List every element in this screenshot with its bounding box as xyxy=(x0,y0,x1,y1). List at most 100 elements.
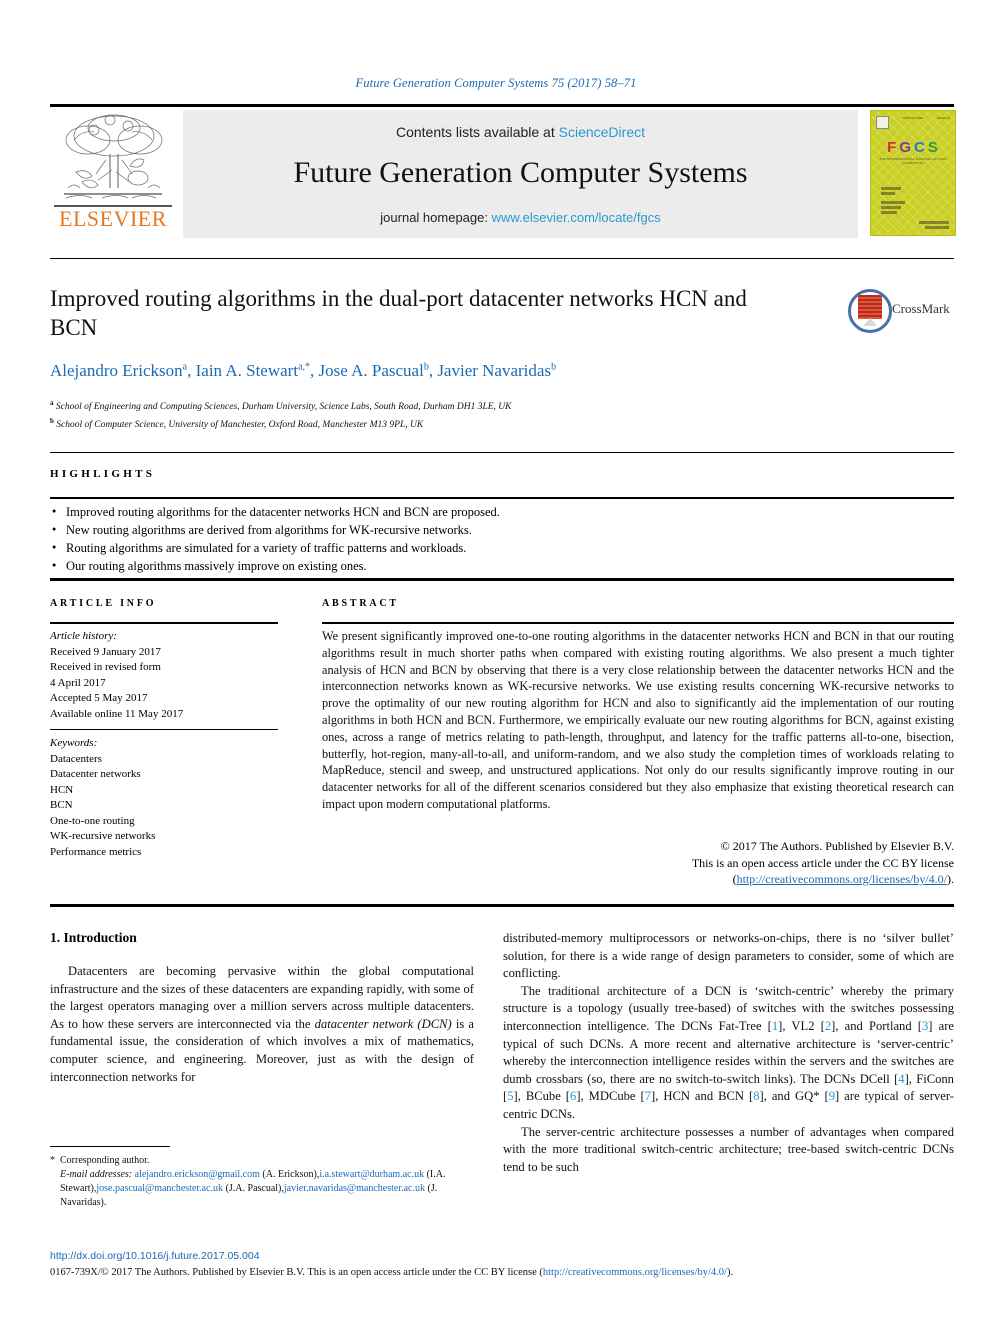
keywords-label: Keywords: xyxy=(50,737,98,749)
paragraph: Datacenters are becoming pervasive withi… xyxy=(50,963,474,1086)
p2-g: ], MDCube [ xyxy=(576,1089,645,1104)
cover-letter-s: S xyxy=(927,139,939,156)
crossmark-label: CrossMark xyxy=(892,301,950,316)
section-heading-introduction: 1. Introduction xyxy=(50,930,137,945)
email-label: E-mail addresses: xyxy=(60,1169,133,1180)
cc-license-link[interactable]: http://creativecommons.org/licenses/by/4… xyxy=(737,872,947,886)
article-info-separator xyxy=(50,729,278,730)
cover-elsevier-icon xyxy=(876,116,889,129)
bottom-license-line: 0167-739X/© 2017 The Authors. Published … xyxy=(50,1267,954,1278)
affiliation-b: b School of Computer Science, University… xyxy=(50,417,424,431)
article-history-item: Received in revised form xyxy=(50,661,161,673)
affiliation-a-text: School of Engineering and Computing Scie… xyxy=(55,402,512,413)
keyword-item: Performance metrics xyxy=(50,845,142,858)
copyright-license-line: (http://creativecommons.org/licenses/by/… xyxy=(322,871,954,888)
crossmark-triangle-shape xyxy=(863,318,877,326)
cover-topbar: ISSN 0167-739X Volume 75 xyxy=(876,116,950,129)
contents-available-line: Contents lists available at ScienceDirec… xyxy=(183,124,858,140)
list-item: Improved routing algorithms for the data… xyxy=(50,502,954,521)
journal-cover-thumbnail: ISSN 0167-739X Volume 75 FGCS THE INTERN… xyxy=(870,110,956,236)
keyword-item: One-to-one routing xyxy=(50,814,135,827)
email-link[interactable]: javier.navaridas@manchester.ac.uk xyxy=(284,1183,425,1194)
abstract-rule xyxy=(322,622,954,624)
body-column-right: distributed-memory multiprocessors or ne… xyxy=(503,930,954,1176)
article-info-column: Article history: Received 9 January 2017… xyxy=(50,629,285,860)
sciencedirect-link[interactable]: ScienceDirect xyxy=(559,124,645,140)
author-list: Alejandro Ericksona, Iain A. Stewarta,*,… xyxy=(50,361,557,380)
cover-pattern xyxy=(871,111,955,235)
footnote-block: * Corresponding author. E-mail addresses:… xyxy=(50,1154,470,1210)
paragraph: The server-centric architecture possesse… xyxy=(503,1124,954,1174)
footnote-rule xyxy=(50,1146,170,1147)
elsevier-tree-icon xyxy=(64,114,163,199)
masthead-top-rule xyxy=(50,104,954,107)
article-history-item: Available online 11 May 2017 xyxy=(50,707,184,720)
corresponding-author-note: * Corresponding author. xyxy=(50,1154,470,1168)
journal-masthead: ELSEVIER Contents lists available at Sci… xyxy=(50,104,956,240)
cover-letter-f: F xyxy=(887,139,898,156)
paren-close: ). xyxy=(947,872,954,886)
cover-text-block xyxy=(925,226,949,229)
keyword-item: Datacenter networks xyxy=(50,768,141,780)
title-divider xyxy=(50,258,954,259)
abstract-heading: ABSTRACT xyxy=(322,598,399,609)
abstract-copyright: © 2017 The Authors. Published by Elsevie… xyxy=(322,838,954,888)
list-item: Our routing algorithms massively improve… xyxy=(50,556,954,575)
license-prefix: 0167-739X/© 2017 The Authors. Published … xyxy=(50,1267,543,1278)
keyword-item: WK-recursive networks xyxy=(50,830,156,842)
cover-text-block xyxy=(881,192,895,195)
cover-volume: Volume 75 xyxy=(936,116,950,120)
cover-text-block xyxy=(881,187,901,190)
cover-text-block xyxy=(881,206,901,209)
running-head: Future Generation Computer Systems 75 (2… xyxy=(355,76,637,90)
homepage-link[interactable]: www.elsevier.com/locate/fgcs xyxy=(492,210,661,225)
abstract-text: We present significantly improved one-to… xyxy=(322,629,954,811)
paragraph-text-italic: datacenter network (DCN) xyxy=(314,1016,452,1031)
p2-h: ], HCN and BCN [ xyxy=(651,1089,754,1104)
page-title: Improved routing algorithms in the dual-… xyxy=(50,286,747,340)
highlights-mid-rule xyxy=(50,497,954,499)
article-info-heading: ARTICLE INFO xyxy=(50,598,157,609)
cover-letter-g: G xyxy=(899,139,912,156)
email-addresses: E-mail addresses: alejandro.erickson@gma… xyxy=(50,1168,470,1210)
list-item: New routing algorithms are derived from … xyxy=(50,520,954,539)
crossmark-book-shape xyxy=(858,295,882,319)
journal-title: Future Generation Computer Systems xyxy=(293,156,748,189)
elsevier-wordmark: ELSEVIER xyxy=(59,206,167,231)
paragraph: distributed-memory multiprocessors or ne… xyxy=(503,931,954,981)
body-column-left: Datacenters are becoming pervasive withi… xyxy=(50,963,474,1086)
corresponding-author-text: Corresponding author. xyxy=(60,1155,150,1166)
email-link[interactable]: alejandro.erickson@gmail.com xyxy=(135,1169,260,1180)
cover-letter-c: C xyxy=(913,139,926,156)
journal-homepage-line: journal homepage: www.elsevier.com/locat… xyxy=(183,210,858,225)
paper-page: Future Generation Computer Systems 75 (2… xyxy=(0,0,992,1323)
p2-c: ], and Portland [ xyxy=(831,1018,922,1033)
email-owner: (A. Erickson), xyxy=(259,1169,320,1180)
highlights-list: Improved routing algorithms for the data… xyxy=(50,502,954,575)
article-history-item: Accepted 5 May 2017 xyxy=(50,692,148,704)
cc-license-link-bottom[interactable]: http://creativecommons.org/licenses/by/4… xyxy=(543,1267,727,1278)
keyword-item: Datacenters xyxy=(50,752,102,765)
highlights-top-rule xyxy=(50,452,954,453)
article-history-label: Article history: xyxy=(50,630,117,642)
elsevier-logo: ELSEVIER xyxy=(50,110,176,238)
article-history-item: Received 9 January 2017 xyxy=(50,645,161,658)
email-link[interactable]: jose.pascual@manchester.ac.uk xyxy=(96,1183,223,1194)
affiliations: a School of Engineering and Computing Sc… xyxy=(50,396,930,432)
keyword-item: BCN xyxy=(50,799,73,811)
doi-link[interactable]: http://dx.doi.org/10.1016/j.future.2017.… xyxy=(50,1250,260,1262)
highlights-bottom-rule xyxy=(50,578,954,581)
crossmark-badge[interactable]: CrossMark xyxy=(848,289,950,333)
article-history-item: 4 April 2017 xyxy=(50,676,106,689)
copyright-line-1: © 2017 The Authors. Published by Elsevie… xyxy=(720,839,954,853)
copyright-line-2: This is an open access article under the… xyxy=(691,855,954,870)
email-link[interactable]: i.a.stewart@durham.ac.uk xyxy=(319,1169,424,1180)
paragraph: The traditional architecture of a DCN is… xyxy=(503,983,954,1124)
highlights-heading: HIGHLIGHTS xyxy=(50,468,156,480)
p2-i: ], and GQ* [ xyxy=(759,1089,829,1104)
cover-issn: ISSN 0167-739X xyxy=(902,116,924,120)
journal-banner: Contents lists available at ScienceDirec… xyxy=(183,110,858,238)
license-suffix: ). xyxy=(726,1267,734,1278)
cover-fgcs-letters: FGCS xyxy=(871,139,955,156)
homepage-prefix: journal homepage: xyxy=(380,210,492,225)
